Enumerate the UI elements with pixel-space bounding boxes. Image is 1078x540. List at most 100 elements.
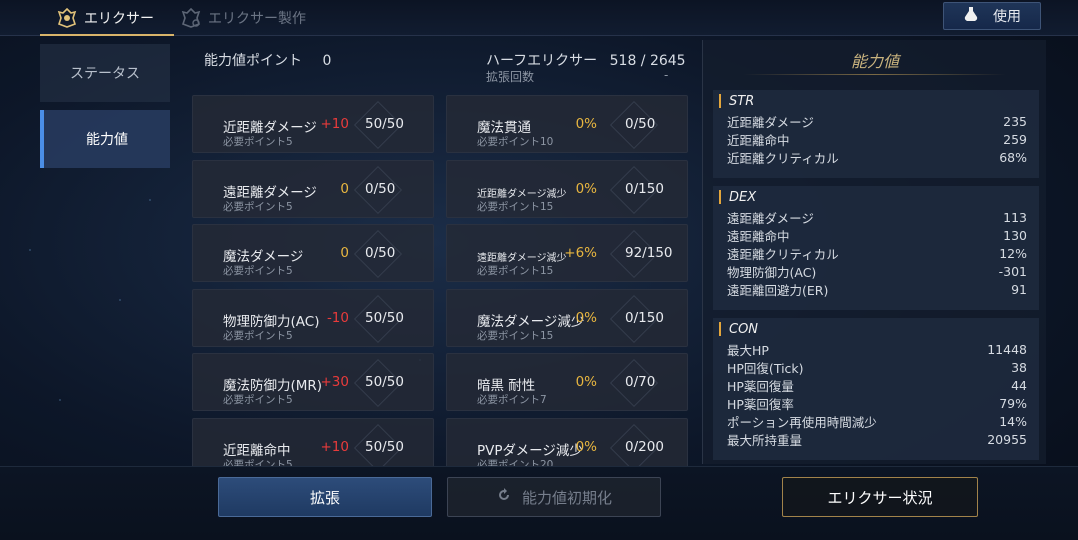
ability-bonus: +10 [320, 116, 350, 132]
stat-row: HP回復(Tick) 38 [713, 358, 1039, 376]
side-nav: ステータス 能力値 [40, 44, 170, 176]
reset-ability-button[interactable]: 能力値初期化 [447, 477, 661, 517]
ability-name: 魔法ダメージ減少 [477, 313, 585, 330]
ability-name: 魔法貫通 [477, 120, 531, 136]
half-elixir-label: ハーフエリクサー [486, 53, 598, 69]
ability-cell[interactable]: 物理防御力(AC) 必要ポイント5 -10 50/50 [192, 288, 434, 347]
ability-bonus: -10 [326, 309, 349, 326]
expand-count-value: - [664, 68, 669, 82]
stat-value: 20955 [987, 431, 1027, 447]
side-item-status-label: ステータス [70, 66, 140, 82]
ability-name: 遠距離ダメージ減少 [477, 253, 567, 264]
side-item-status[interactable]: ステータス [40, 44, 170, 102]
ability-bonus: 0% [575, 116, 597, 132]
ability-bonus: 0 [340, 245, 349, 261]
ability-count: 0/150 [625, 180, 664, 197]
ability-name: PVPダメージ減少 [477, 442, 583, 459]
ability-count: 50/50 [365, 116, 404, 132]
stat-label: 遠距離ダメージ [727, 210, 814, 226]
stat-value: 38 [1011, 359, 1027, 375]
ability-name: 魔法ダメージ [223, 249, 304, 265]
ability-count: 0/200 [625, 438, 664, 455]
ability-name: 遠距離ダメージ [223, 184, 317, 201]
stat-label: 物理防御力(AC) [727, 264, 817, 280]
ability-cell[interactable]: 近距離ダメージ減少 必要ポイント15 0% 0/150 [446, 159, 688, 218]
elixir-status-button[interactable]: エリクサー状況 [782, 477, 978, 517]
elixir-crest-icon [56, 7, 78, 29]
con-header: CON [713, 318, 1039, 340]
stat-label: ポーション再使用時間減少 [727, 414, 877, 430]
title-divider [743, 74, 1006, 75]
top-bar: エリクサー エリクサー製作 使用 [0, 0, 1078, 36]
stat-label: 近距離ダメージ [727, 114, 814, 130]
stat-label: 遠距離命中 [727, 228, 790, 244]
reset-icon [496, 487, 512, 507]
stats-panel: 能力値 STR 近距離ダメージ 235 近距離命中 259 近距離クリティカル 68% D… [702, 40, 1046, 464]
stats-panel-title: 能力値 [850, 52, 899, 71]
stat-value: 11448 [987, 341, 1027, 357]
use-button[interactable]: 使用 [943, 2, 1041, 30]
ability-count: 0/150 [625, 309, 664, 326]
reset-ability-label: 能力値初期化 [521, 488, 612, 507]
elixir-craft-icon [180, 7, 202, 29]
stat-value: 259 [1003, 131, 1027, 147]
str-section: STR 近距離ダメージ 235 近距離命中 259 近距離クリティカル 68% [713, 90, 1039, 178]
stat-value: 235 [1003, 113, 1027, 129]
stat-row: 最大HP 11448 [713, 340, 1039, 358]
ability-cell[interactable]: 魔法貫通 必要ポイント10 0% 0/50 [446, 95, 688, 153]
stat-value: 130 [1003, 227, 1027, 243]
str-title: STR [729, 93, 755, 109]
con-title: CON [729, 321, 759, 337]
stat-row: 遠距離命中 130 [713, 226, 1039, 244]
expand-count-info: 拡張回数 [486, 68, 534, 85]
ability-name: 近距離命中 [223, 442, 291, 459]
ability-count: 0/50 [365, 180, 396, 197]
stat-label: HP薬回復量 [727, 378, 794, 394]
ability-count: 0/50 [625, 116, 656, 132]
elixir-status-label: エリクサー状況 [827, 488, 933, 507]
ability-bonus: +10 [320, 438, 350, 455]
ability-count: 50/50 [365, 374, 404, 390]
stat-label: 近距離命中 [727, 132, 790, 148]
ability-count: 50/50 [365, 309, 404, 326]
tab-elixir-craft[interactable]: エリクサー製作 [180, 0, 306, 36]
stat-label: 最大所持重量 [727, 432, 803, 448]
ability-cell[interactable]: 魔法ダメージ 必要ポイント5 0 0/50 [192, 224, 434, 282]
ability-required-points: 必要ポイント5 [223, 329, 293, 342]
stat-value: -301 [998, 263, 1027, 279]
stat-value: 113 [1003, 209, 1027, 225]
ability-cell[interactable]: 魔法ダメージ減少 必要ポイント15 0% 0/150 [446, 288, 688, 347]
ability-required-points: 必要ポイント15 [477, 265, 554, 277]
dex-section: DEX 遠距離ダメージ 113 遠距離命中 130 遠距離クリティカル 12% 物理防御力(… [713, 186, 1039, 310]
stat-row: ポーション再使用時間減少 14% [713, 412, 1039, 430]
stat-value: 44 [1011, 377, 1027, 393]
ability-bonus: 0% [575, 438, 597, 455]
stat-label: 遠距離クリティカル [727, 246, 839, 262]
ability-cell[interactable]: 近距離ダメージ 必要ポイント5 +10 50/50 [192, 95, 434, 153]
expand-button[interactable]: 拡張 [218, 477, 432, 517]
stat-label: 最大HP [727, 342, 769, 358]
ability-cell[interactable]: 魔法防御力(MR) 必要ポイント5 +30 50/50 [192, 353, 434, 411]
use-button-label: 使用 [993, 9, 1021, 25]
ability-cell[interactable]: 遠距離ダメージ 必要ポイント5 0 0/50 [192, 159, 434, 218]
stat-value: 91 [1011, 281, 1027, 297]
ability-bonus: 0% [575, 309, 597, 326]
stat-row: 近距離ダメージ 235 [713, 112, 1039, 130]
con-section: CON 最大HP 11448 HP回復(Tick) 38 HP薬回復量 44 HP薬回復率 7… [713, 318, 1039, 460]
ability-bonus: +30 [320, 374, 350, 390]
ability-cell[interactable]: 遠距離ダメージ減少 必要ポイント15 +6% 92/150 [446, 224, 688, 282]
stat-row: 物理防御力(AC) -301 [713, 262, 1039, 280]
ability-bonus: 0% [575, 374, 597, 390]
stat-row: 遠距離クリティカル 12% [713, 244, 1039, 262]
ability-required-points: 必要ポイント5 [223, 136, 293, 148]
half-elixir-value: 518 / 2645 [609, 53, 686, 69]
ability-count: 0/50 [365, 245, 396, 261]
stat-value: 14% [999, 413, 1027, 429]
stat-row: HP薬回復量 44 [713, 376, 1039, 394]
side-item-ability[interactable]: 能力値 [40, 110, 170, 168]
potion-icon [963, 6, 979, 26]
ability-name: 暗黒 耐性 [477, 378, 536, 394]
ability-cell[interactable]: 暗黒 耐性 必要ポイント7 0% 0/70 [446, 353, 688, 411]
tab-elixir-label: エリクサー [84, 11, 154, 27]
tab-elixir[interactable]: エリクサー [40, 0, 174, 36]
